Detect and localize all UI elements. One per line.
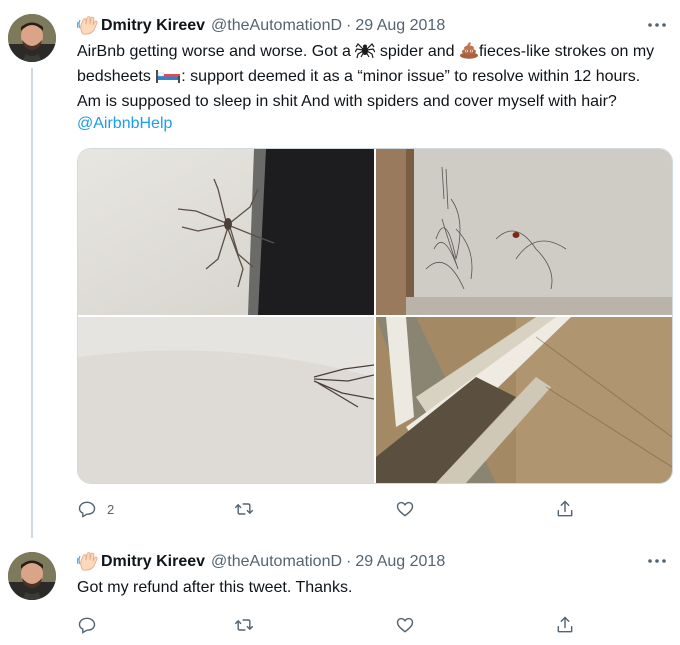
action-bar <box>77 614 597 636</box>
photo-window-frame[interactable] <box>376 317 672 483</box>
reply-button[interactable]: 2 <box>77 498 114 520</box>
author-handle[interactable]: @theAutomationD <box>211 17 342 35</box>
tweet-date[interactable]: 29 Aug 2018 <box>355 553 445 571</box>
media-grid <box>77 148 673 484</box>
action-bar: 2 <box>77 498 597 520</box>
poop-icon <box>459 41 479 66</box>
heart-icon <box>396 617 414 633</box>
tweet-1[interactable]: Dmitry Kireev @theAutomationD · 29 Aug 2… <box>0 0 680 538</box>
photo-spider-wall[interactable] <box>78 149 374 315</box>
more-dots-icon[interactable] <box>646 554 668 574</box>
waving-hand-icon <box>76 16 99 36</box>
retweet-button[interactable] <box>234 614 264 636</box>
separator-dot: · <box>346 553 352 570</box>
separator-dot: · <box>346 17 352 34</box>
heart-icon <box>396 501 414 517</box>
reply-count: 2 <box>107 501 115 517</box>
spider-icon <box>354 41 376 66</box>
photo-hair-bedsheet[interactable] <box>376 149 672 315</box>
author-name[interactable]: Dmitry Kireev <box>101 553 205 571</box>
share-icon <box>557 616 573 633</box>
thread-line <box>31 68 33 538</box>
retweet-icon <box>234 619 254 631</box>
author-name[interactable]: Dmitry Kireev <box>101 17 205 35</box>
mention-link[interactable]: @AirbnbHelp <box>77 115 172 132</box>
avatar[interactable] <box>8 552 56 600</box>
like-button[interactable] <box>395 498 425 520</box>
tweet-header: Dmitry Kireev @theAutomationD · 29 Aug 2… <box>76 15 445 37</box>
waving-hand-icon <box>76 552 99 572</box>
tweet-text-part: AirBnb getting worse and worse. Got a <box>77 43 356 60</box>
bed-icon <box>155 68 181 91</box>
photo-spider-sheet[interactable] <box>78 317 374 483</box>
retweet-button[interactable] <box>234 498 264 520</box>
tweet-2[interactable]: Dmitry Kireev @theAutomationD · 29 Aug 2… <box>0 540 680 645</box>
reply-button[interactable] <box>77 614 107 636</box>
avatar[interactable] <box>8 14 56 62</box>
more-dots-icon[interactable] <box>646 18 668 38</box>
author-handle[interactable]: @theAutomationD <box>211 553 342 571</box>
tweet-text: AirBnb getting worse and worse. Got a sp… <box>77 41 667 135</box>
reply-icon <box>78 617 96 634</box>
share-button[interactable] <box>555 614 575 636</box>
like-button[interactable] <box>395 614 425 636</box>
share-icon <box>557 500 573 517</box>
tweet-header: Dmitry Kireev @theAutomationD · 29 Aug 2… <box>76 551 445 573</box>
retweet-icon <box>234 503 254 515</box>
tweet-text-part: spider and <box>375 43 459 60</box>
tweet-text: Got my refund after this tweet. Thanks. <box>77 579 353 596</box>
reply-icon <box>78 501 96 518</box>
share-button[interactable] <box>555 498 575 520</box>
tweet-date[interactable]: 29 Aug 2018 <box>355 17 445 35</box>
